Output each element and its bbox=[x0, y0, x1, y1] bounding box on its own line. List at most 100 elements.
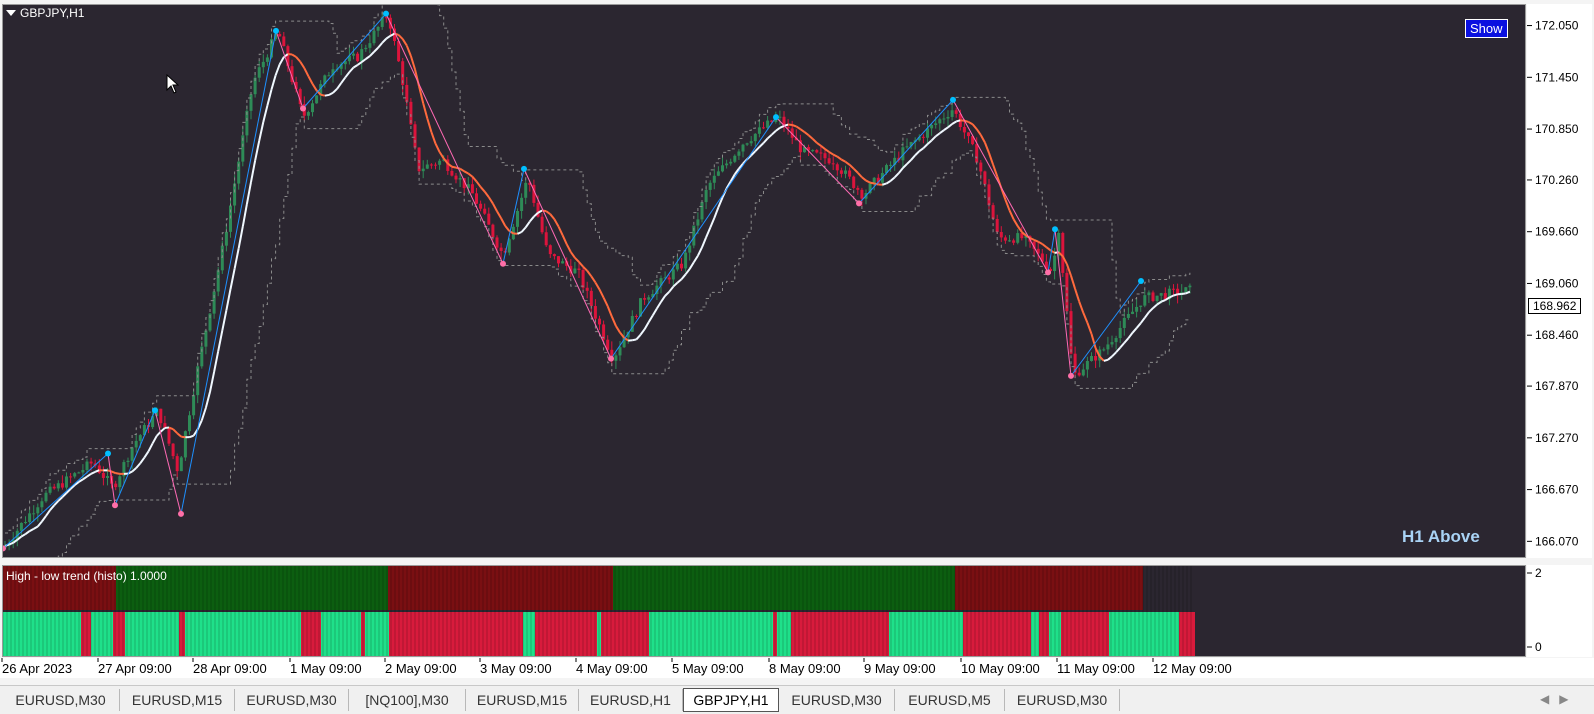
tab-scroll-left-icon[interactable]: ◀ bbox=[1540, 692, 1559, 706]
ma-segment bbox=[1045, 246, 1052, 252]
zigzag-segment bbox=[502, 168, 525, 264]
ma-segment bbox=[1074, 288, 1081, 302]
ma-segment bbox=[233, 248, 240, 270]
ma-segment bbox=[131, 467, 137, 473]
candle-body bbox=[983, 171, 987, 185]
candle-body bbox=[852, 176, 856, 188]
candle-body bbox=[1151, 292, 1155, 301]
ma-segment bbox=[844, 160, 851, 166]
ma-segment bbox=[795, 125, 801, 130]
chart-tab-eurusd-m15[interactable]: EURUSD,M15 bbox=[466, 689, 579, 711]
candle-body bbox=[28, 513, 32, 523]
candle-body bbox=[552, 254, 556, 257]
candle-body bbox=[815, 150, 819, 153]
histo-bottom-segment bbox=[889, 612, 963, 656]
candle-body bbox=[1155, 295, 1159, 301]
candle-body bbox=[470, 184, 474, 194]
ma-segment bbox=[820, 144, 826, 150]
ma-segment bbox=[529, 215, 535, 223]
candle-body bbox=[1085, 361, 1089, 370]
ma-segment bbox=[906, 159, 912, 165]
ma-segment bbox=[471, 176, 478, 183]
tab-scroll-arrows[interactable]: ◀▶ bbox=[1540, 692, 1578, 706]
chart-tab-eurusd-m15[interactable]: EURUSD,M15 bbox=[120, 689, 235, 711]
mouse-cursor-icon bbox=[166, 73, 180, 99]
ma-segment bbox=[840, 158, 846, 163]
chart-tab-eurusd-m30[interactable]: EURUSD,M30 bbox=[1005, 689, 1120, 711]
ma-segment bbox=[33, 525, 39, 530]
ma-segment bbox=[857, 172, 863, 178]
histo-bottom-segment bbox=[535, 612, 597, 656]
candle-body bbox=[397, 41, 401, 62]
chart-tab-eurusd-m30[interactable]: EURUSD,M30 bbox=[779, 689, 895, 711]
main-price-pane[interactable] bbox=[2, 4, 1526, 558]
ma-segment bbox=[467, 172, 474, 178]
candle-body bbox=[573, 268, 577, 274]
zigzag-pivot-dot bbox=[1138, 278, 1144, 284]
chart-tab-eurusd-m30[interactable]: EURUSD,M30 bbox=[2, 689, 120, 711]
candle-body bbox=[1008, 240, 1011, 242]
ma-segment bbox=[545, 210, 551, 215]
candle-body bbox=[819, 152, 823, 154]
candle-body bbox=[1126, 313, 1130, 318]
zigzag-pivot-dot bbox=[1068, 372, 1074, 379]
zigzag-segment bbox=[107, 453, 116, 506]
sub-tick-label: 0 bbox=[1535, 640, 1542, 654]
candle-body bbox=[85, 461, 89, 471]
ma-segment bbox=[1119, 342, 1126, 349]
chart-tab-eurusd-m30[interactable]: EURUSD,M30 bbox=[235, 689, 349, 711]
chart-tab-gbpjpy-h1[interactable]: GBPJPY,H1 bbox=[683, 688, 779, 712]
candle-body bbox=[524, 182, 528, 198]
candle-body bbox=[831, 163, 835, 165]
ma-segment bbox=[49, 504, 55, 511]
chart-tab--nq100-m30[interactable]: [NQ100],M30 bbox=[349, 689, 466, 711]
ma-segment bbox=[775, 126, 781, 132]
ma-segment bbox=[885, 180, 892, 185]
ma-segment bbox=[340, 76, 347, 84]
time-tick-label: 28 Apr 09:00 bbox=[193, 661, 267, 676]
candle-body bbox=[753, 133, 757, 142]
ma-segment bbox=[602, 297, 609, 307]
ma-segment bbox=[504, 225, 511, 232]
chart-tab-eurusd-h1[interactable]: EURUSD,H1 bbox=[579, 689, 683, 711]
candle-body bbox=[839, 170, 843, 174]
candle-body bbox=[212, 291, 216, 314]
price-tick-label: 166.070 bbox=[1535, 534, 1579, 548]
time-tick-label: 11 May 09:00 bbox=[1057, 661, 1135, 676]
candle-body bbox=[905, 146, 909, 148]
price-scale[interactable]: 172.050 171.450 170.850 170.260 169.660 169.0… bbox=[1527, 4, 1592, 558]
candle-body bbox=[946, 116, 950, 119]
ma-segment bbox=[1115, 346, 1121, 353]
candle-body bbox=[844, 170, 847, 174]
time-tick-label: 8 May 09:00 bbox=[769, 661, 841, 676]
candle-body bbox=[40, 501, 44, 508]
candle-body bbox=[557, 256, 560, 264]
time-tick-label: 9 May 09:00 bbox=[864, 661, 936, 676]
symbol-label[interactable]: GBPJPY,H1 bbox=[6, 6, 84, 20]
candle-body bbox=[634, 315, 638, 317]
candle-body bbox=[671, 269, 675, 280]
histo-bottom-segment bbox=[1061, 612, 1109, 656]
ma-segment bbox=[115, 472, 120, 475]
ma-segment bbox=[692, 255, 699, 263]
tab-scroll-right-icon[interactable]: ▶ bbox=[1559, 692, 1578, 706]
candle-body bbox=[954, 110, 958, 114]
ma-segment bbox=[37, 520, 43, 528]
zigzag-segment bbox=[275, 30, 304, 109]
chart-tab-eurusd-m5[interactable]: EURUSD,M5 bbox=[895, 689, 1005, 711]
zigzag-pivot-dot bbox=[773, 114, 779, 121]
candle-body bbox=[454, 175, 458, 180]
show-button[interactable]: Show bbox=[1465, 19, 1508, 38]
ma-segment bbox=[45, 509, 51, 517]
ma-segment bbox=[320, 93, 326, 97]
indicator-subwindow[interactable] bbox=[2, 565, 1526, 657]
zigzag-segment bbox=[1070, 280, 1142, 377]
candle-body bbox=[675, 263, 679, 270]
ma-segment bbox=[709, 217, 716, 229]
ma-segment bbox=[812, 138, 818, 144]
ma-segment bbox=[147, 442, 154, 452]
candle-body bbox=[1016, 233, 1020, 243]
dropdown-triangle-icon[interactable] bbox=[6, 10, 16, 16]
candle-body bbox=[618, 347, 622, 356]
candle-body bbox=[1114, 338, 1118, 343]
